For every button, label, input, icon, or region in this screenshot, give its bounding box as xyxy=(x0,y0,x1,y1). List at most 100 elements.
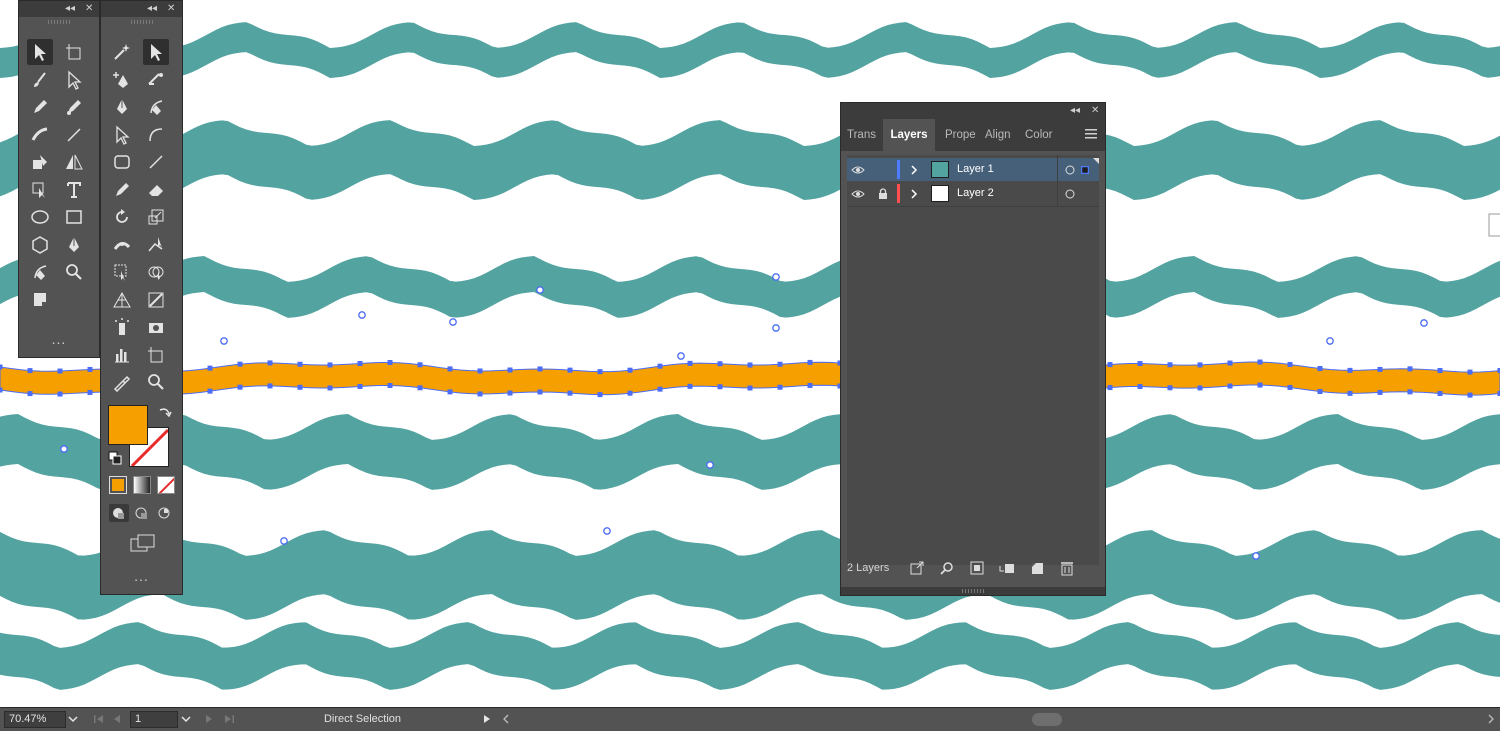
lock-toggle[interactable] xyxy=(873,182,893,205)
blob-brush-tool-button[interactable] xyxy=(61,94,87,120)
anchor-point[interactable] xyxy=(207,365,213,371)
panel-grip[interactable] xyxy=(48,20,70,24)
zoom-tool-button[interactable] xyxy=(143,369,169,395)
anchor-point[interactable] xyxy=(717,384,723,390)
anchor-point[interactable] xyxy=(567,390,573,396)
perspective-grid-tool-button[interactable] xyxy=(109,287,135,313)
new-layer-icon[interactable] xyxy=(1029,560,1045,576)
target-toggle[interactable] xyxy=(1063,182,1077,205)
anchor-point[interactable] xyxy=(477,368,483,374)
collapse-icon[interactable]: ◂◂ xyxy=(1070,104,1080,118)
lock-toggle[interactable] xyxy=(873,158,893,181)
layer-name[interactable]: Layer 2 xyxy=(957,182,994,205)
panel-header[interactable]: ◂◂ ✕ xyxy=(841,103,1105,119)
artboard-dropdown-icon[interactable] xyxy=(179,712,193,726)
anchor-point[interactable] xyxy=(747,362,753,368)
anchor-point[interactable] xyxy=(687,360,693,366)
column-graph-tool-button[interactable] xyxy=(109,342,135,368)
anchor-point[interactable] xyxy=(1197,362,1203,368)
puppet-warp-tool-button[interactable] xyxy=(143,232,169,258)
anchor-point[interactable] xyxy=(1437,368,1443,374)
horizontal-scrollbar[interactable] xyxy=(516,712,1482,727)
curvature-tool-button[interactable] xyxy=(27,259,53,285)
anchor-point[interactable] xyxy=(447,366,453,372)
anchor-point[interactable] xyxy=(87,366,93,372)
rectangle-tool-button[interactable] xyxy=(61,204,87,230)
collapse-icon[interactable]: ◂◂ xyxy=(65,2,75,16)
screen-mode-button[interactable] xyxy=(129,533,157,553)
zoom-dropdown-icon[interactable] xyxy=(66,712,80,726)
anchor-point[interactable] xyxy=(1167,385,1173,391)
eraser-tool-button[interactable] xyxy=(143,177,169,203)
rotate-tool-button[interactable] xyxy=(109,204,135,230)
visibility-toggle[interactable] xyxy=(847,182,869,205)
type-tool-button[interactable] xyxy=(61,177,87,203)
artboard-number-field[interactable]: 1 xyxy=(130,711,178,728)
scroll-left-icon[interactable] xyxy=(499,712,513,726)
anchor-point[interactable] xyxy=(0,387,3,393)
free-transform-tool-button[interactable] xyxy=(109,259,135,285)
anchor-point[interactable] xyxy=(237,361,243,367)
paintbrush-tool-button[interactable] xyxy=(27,67,53,93)
anchor-point[interactable] xyxy=(1197,385,1203,391)
anchor-point[interactable] xyxy=(1377,366,1383,372)
anchor-point[interactable] xyxy=(447,389,453,395)
anchor-point[interactable] xyxy=(417,385,423,391)
scrollbar-thumb[interactable] xyxy=(1032,713,1062,726)
anchor-point[interactable] xyxy=(1437,391,1443,397)
artwork-canvas[interactable] xyxy=(0,0,1500,707)
artboard-tool-button[interactable] xyxy=(61,39,87,65)
zoom-field[interactable]: 70.47% xyxy=(4,711,66,728)
tab-color[interactable]: Color xyxy=(1025,119,1061,151)
panel-grip[interactable] xyxy=(130,20,153,24)
wave-band[interactable] xyxy=(0,256,1500,318)
tab-transform[interactable]: Trans xyxy=(847,119,883,151)
pen-tool-button[interactable] xyxy=(109,94,135,120)
direct-selection-tool-button[interactable] xyxy=(61,67,87,93)
anchor-point[interactable] xyxy=(1317,389,1323,395)
visibility-toggle[interactable] xyxy=(847,158,869,181)
anchor-point[interactable] xyxy=(1287,384,1293,390)
live-paint-selection-button[interactable] xyxy=(27,177,53,203)
anchor-point[interactable] xyxy=(237,384,243,390)
anchor-point[interactable] xyxy=(267,383,273,389)
reflect-tool-button[interactable] xyxy=(61,149,87,175)
anchor-point[interactable] xyxy=(1377,389,1383,395)
anchor-point[interactable] xyxy=(357,383,363,389)
edit-toolbar-button[interactable]: ... xyxy=(101,568,182,584)
anchor-point[interactable] xyxy=(357,360,363,366)
anchor-point[interactable] xyxy=(1467,392,1473,398)
anchor-point[interactable] xyxy=(747,385,753,391)
anchor-point[interactable] xyxy=(1137,361,1143,367)
add-anchor-point-tool-button[interactable] xyxy=(109,67,135,93)
anchor-point[interactable] xyxy=(327,362,333,368)
symbol-sprayer-tool-button[interactable] xyxy=(109,314,135,340)
anchor-point[interactable] xyxy=(537,366,543,372)
anchor-point[interactable] xyxy=(297,384,303,390)
zoom-tool-button[interactable] xyxy=(61,259,87,285)
anchor-point[interactable] xyxy=(1167,362,1173,368)
anchor-point[interactable] xyxy=(1137,384,1143,390)
previous-artboard-icon[interactable] xyxy=(110,712,124,726)
anchor-point[interactable] xyxy=(657,386,663,392)
curvature-tool-button[interactable] xyxy=(143,94,169,120)
anchor-point[interactable] xyxy=(807,359,813,365)
anchor-point[interactable] xyxy=(207,388,213,394)
none-mode-button[interactable] xyxy=(157,476,175,494)
anchor-point[interactable] xyxy=(57,368,63,374)
color-mode-button[interactable] xyxy=(109,476,127,494)
draw-behind-button[interactable] xyxy=(132,504,152,522)
anchor-point[interactable] xyxy=(777,361,783,367)
anchor-point[interactable] xyxy=(57,391,63,397)
anchor-point[interactable] xyxy=(1347,390,1353,396)
draw-normal-button[interactable] xyxy=(109,504,129,522)
arc-tool-button[interactable] xyxy=(143,122,169,148)
expand-toggle[interactable] xyxy=(907,182,921,205)
wave-band[interactable] xyxy=(0,622,1500,690)
anchor-point[interactable] xyxy=(1467,369,1473,375)
anchor-point[interactable] xyxy=(1407,366,1413,372)
anchor-point[interactable] xyxy=(537,389,543,395)
layer-row[interactable]: Layer 1 xyxy=(847,158,1099,181)
anchor-point[interactable] xyxy=(267,360,273,366)
export-icon[interactable] xyxy=(909,560,925,576)
